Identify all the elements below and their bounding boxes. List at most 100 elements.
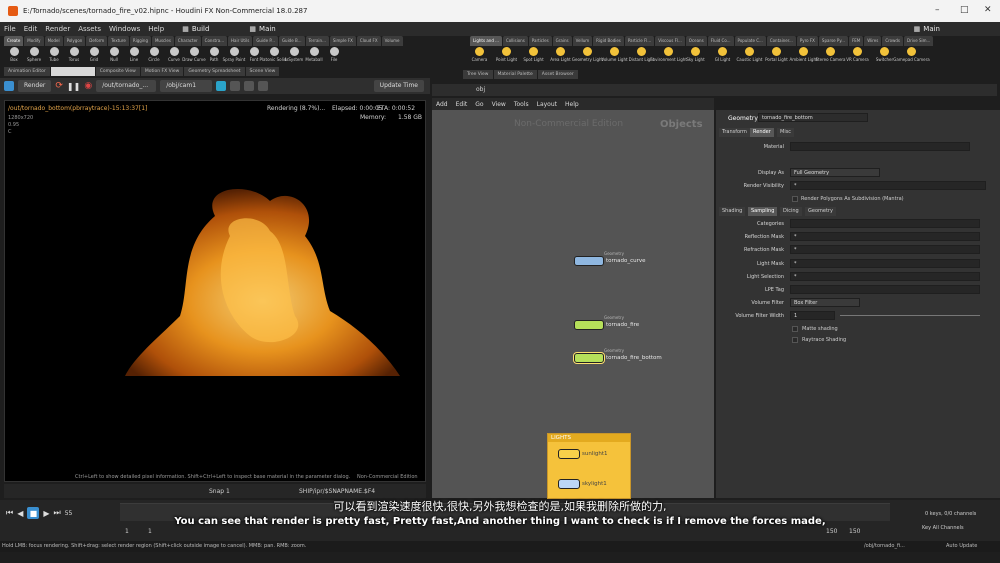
- tool-line[interactable]: Line: [124, 46, 144, 66]
- shelf-tab[interactable]: Oceans: [685, 36, 707, 46]
- raytrace-checkbox[interactable]: [792, 337, 798, 343]
- sun-light-icon[interactable]: [558, 449, 580, 459]
- shelf-tab[interactable]: Model: [44, 36, 63, 46]
- shelf-tab[interactable]: Lights and ...: [470, 36, 502, 46]
- tool-geometry-light[interactable]: Geometry Light: [572, 46, 603, 66]
- tool-point-light[interactable]: Point Light: [493, 46, 520, 66]
- volume-filter-width-slider[interactable]: [840, 315, 980, 316]
- pane-tab-animation-editor[interactable]: Animation Editor: [4, 67, 50, 76]
- tool-vr-camera[interactable]: VR Camera: [844, 46, 871, 66]
- preview-icon[interactable]: [258, 81, 269, 91]
- shelf-tab[interactable]: Sparse Py...: [818, 36, 848, 46]
- node-body[interactable]: [574, 353, 604, 363]
- tool-platonic[interactable]: Platonic Solids: [260, 46, 288, 66]
- tool-caustic-light[interactable]: Caustic Light: [736, 46, 763, 66]
- tool-lsystem[interactable]: L-System: [284, 46, 304, 66]
- tool-spray-paint[interactable]: Spray Paint: [223, 46, 245, 66]
- menu-file[interactable]: File: [0, 25, 20, 33]
- shelf-tab[interactable]: Hair Utils: [228, 36, 253, 46]
- shelf-tab[interactable]: Constra...: [201, 36, 228, 46]
- shelf-tab[interactable]: Collisions: [502, 36, 528, 46]
- region-icon[interactable]: [230, 81, 241, 91]
- volume-filter-width-field[interactable]: 1: [790, 311, 835, 320]
- shelf-tab[interactable]: Simple FX: [329, 36, 356, 46]
- shelf-tab[interactable]: Character: [174, 36, 201, 46]
- categories-field[interactable]: [790, 219, 980, 228]
- frame-end-field[interactable]: 150: [826, 528, 837, 535]
- minimize-icon[interactable]: –: [935, 5, 940, 15]
- shelf-tab[interactable]: Pyro FX: [796, 36, 818, 46]
- tool-portal-light[interactable]: Portal Light: [763, 46, 790, 66]
- net-menu-go[interactable]: Go: [471, 101, 487, 108]
- render-restart-icon[interactable]: ⟳: [55, 81, 63, 91]
- net-menu-help[interactable]: Help: [561, 101, 583, 108]
- tool-grid[interactable]: Grid: [84, 46, 104, 66]
- close-icon[interactable]: ✕: [984, 5, 992, 15]
- ship-path[interactable]: SHIP/ipr/$SNAPNAME.$F4: [299, 488, 375, 495]
- tool-draw-curve[interactable]: Draw Curve: [182, 46, 206, 66]
- param-subtab-shading[interactable]: Shading: [719, 207, 746, 216]
- maximize-icon[interactable]: □: [960, 5, 969, 15]
- tool-gi-light[interactable]: GI Light: [709, 46, 736, 66]
- camera-field[interactable]: /obj/cam1: [160, 80, 213, 92]
- tool-switcher[interactable]: Switcher: [871, 46, 898, 66]
- shelf-tab[interactable]: Populate C...: [734, 36, 766, 46]
- pane-tab-render-view[interactable]: [50, 67, 95, 76]
- tool-distant-light[interactable]: Distant Light: [628, 46, 655, 66]
- frame-start-field[interactable]: 1: [125, 528, 129, 535]
- shelf-tab[interactable]: Particles: [528, 36, 552, 46]
- node-tornado-curve[interactable]: Geometry tornado_curve: [574, 251, 646, 266]
- net-menu-layout[interactable]: Layout: [533, 101, 561, 108]
- shelf-tab[interactable]: Modify: [24, 36, 44, 46]
- lpe-tag-field[interactable]: [790, 285, 980, 294]
- tool-sphere[interactable]: Sphere: [24, 46, 44, 66]
- param-tab-transform[interactable]: Transform: [719, 128, 750, 137]
- net-menu-view[interactable]: View: [488, 101, 510, 108]
- frame-start-field-2[interactable]: 1: [148, 528, 152, 535]
- pane-tab-tree-view[interactable]: Tree View: [463, 70, 493, 79]
- tool-path[interactable]: Path: [204, 46, 224, 66]
- tool-torus[interactable]: Torus: [64, 46, 84, 66]
- node-tornado-fire-bottom[interactable]: Geometry tornado_fire_bottom: [574, 348, 662, 363]
- pane-tab-geometry-spreadsheet[interactable]: Geometry Spreadsheet: [184, 67, 245, 76]
- right-desktop-button[interactable]: ▦ Main: [914, 25, 940, 33]
- param-tab-misc[interactable]: Misc: [777, 128, 795, 137]
- render-viewport[interactable]: /out/tornado_bottom(pbrraytrace)-15:13:3…: [4, 100, 426, 482]
- node-skylight1[interactable]: skylight1: [558, 479, 607, 489]
- shelf-tab[interactable]: Terrain...: [305, 36, 329, 46]
- param-subtab-geometry[interactable]: Geometry: [805, 207, 836, 216]
- shelf-tab[interactable]: Muscles: [151, 36, 174, 46]
- param-subtab-dicing[interactable]: Dicing: [780, 207, 802, 216]
- display-as-select[interactable]: Full Geometry: [790, 168, 880, 177]
- menu-assets[interactable]: Assets: [74, 25, 105, 33]
- tool-gamepad-camera[interactable]: Gamepad Camera: [893, 46, 930, 66]
- pane-tab-composite-view[interactable]: Composite View: [95, 67, 140, 76]
- tool-file[interactable]: File: [324, 46, 344, 66]
- tool-volume-light[interactable]: Volume Light: [601, 46, 628, 66]
- tool-circle[interactable]: Circle: [144, 46, 164, 66]
- snapshot-icon[interactable]: [216, 81, 227, 91]
- shelf-tab[interactable]: Deform: [86, 36, 108, 46]
- shelf-tab[interactable]: FEM: [848, 36, 864, 46]
- desktop-build-button[interactable]: ▦ Build: [182, 25, 209, 33]
- shelf-tab[interactable]: Rigid Bodies: [593, 36, 624, 46]
- render-button[interactable]: Render: [18, 80, 52, 92]
- frame-end-field-2[interactable]: 150: [849, 528, 860, 535]
- shelf-tab[interactable]: Texture: [108, 36, 129, 46]
- shelf-tab[interactable]: Guide P...: [253, 36, 278, 46]
- shelf-tab[interactable]: Container...: [766, 36, 796, 46]
- snap-label[interactable]: Snap 1: [209, 488, 230, 495]
- menu-windows[interactable]: Windows: [105, 25, 144, 33]
- shelf-tab[interactable]: Fluid Co...: [707, 36, 734, 46]
- light-mask-field[interactable]: *: [790, 259, 980, 268]
- shelf-tab[interactable]: Volume: [381, 36, 403, 46]
- tool-spot-light[interactable]: Spot Light: [520, 46, 547, 66]
- net-menu-edit[interactable]: Edit: [452, 101, 472, 108]
- shelf-tab[interactable]: Cloud FX: [356, 36, 381, 46]
- update-time-button[interactable]: Update Time: [373, 80, 424, 92]
- render-menu-icon[interactable]: [4, 81, 14, 91]
- node-body[interactable]: [574, 256, 604, 266]
- sky-light-icon[interactable]: [558, 479, 580, 489]
- menu-edit[interactable]: Edit: [20, 25, 42, 33]
- lights-network-box[interactable]: LIGHTS sunlight1 skylight1: [547, 433, 631, 499]
